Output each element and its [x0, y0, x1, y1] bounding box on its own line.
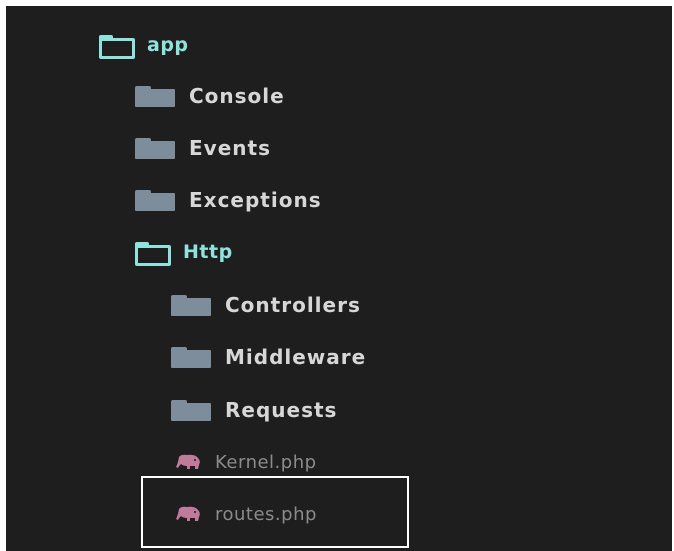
- tree-item-middleware[interactable]: Middleware: [171, 342, 366, 372]
- file-tree-panel: app Console Events Exceptions Http Contr…: [6, 6, 672, 551]
- folder-icon: [135, 189, 175, 211]
- tree-item-label: Events: [189, 136, 271, 160]
- folder-icon: [171, 346, 211, 368]
- tree-item-app[interactable]: app: [99, 30, 189, 60]
- tree-item-routes-php[interactable]: routes.php: [175, 499, 317, 529]
- tree-item-label: Controllers: [225, 293, 361, 317]
- folder-icon: [171, 399, 211, 421]
- tree-item-controllers[interactable]: Controllers: [171, 290, 361, 320]
- tree-item-label: Http: [183, 241, 233, 263]
- tree-item-exceptions[interactable]: Exceptions: [135, 185, 322, 215]
- tree-item-kernel-php[interactable]: Kernel.php: [175, 447, 317, 477]
- folder-icon: [135, 137, 175, 159]
- tree-item-requests[interactable]: Requests: [171, 395, 337, 425]
- tree-item-label: routes.php: [215, 503, 317, 525]
- tree-item-events[interactable]: Events: [135, 133, 271, 163]
- php-elephant-icon: [176, 506, 200, 521]
- folder-icon: [171, 294, 211, 316]
- tree-item-console[interactable]: Console: [135, 81, 285, 111]
- tree-item-label: Kernel.php: [215, 451, 317, 473]
- tree-item-label: app: [147, 34, 189, 56]
- folder-open-icon: [135, 241, 171, 266]
- tree-item-label: Exceptions: [189, 188, 322, 212]
- folder-open-icon: [99, 34, 135, 59]
- tree-item-label: Middleware: [225, 345, 367, 369]
- folder-icon: [135, 85, 175, 107]
- tree-item-label: Requests: [225, 398, 338, 422]
- php-elephant-icon: [176, 454, 200, 469]
- tree-item-http[interactable]: Http: [135, 237, 233, 267]
- tree-item-label: Console: [189, 84, 285, 108]
